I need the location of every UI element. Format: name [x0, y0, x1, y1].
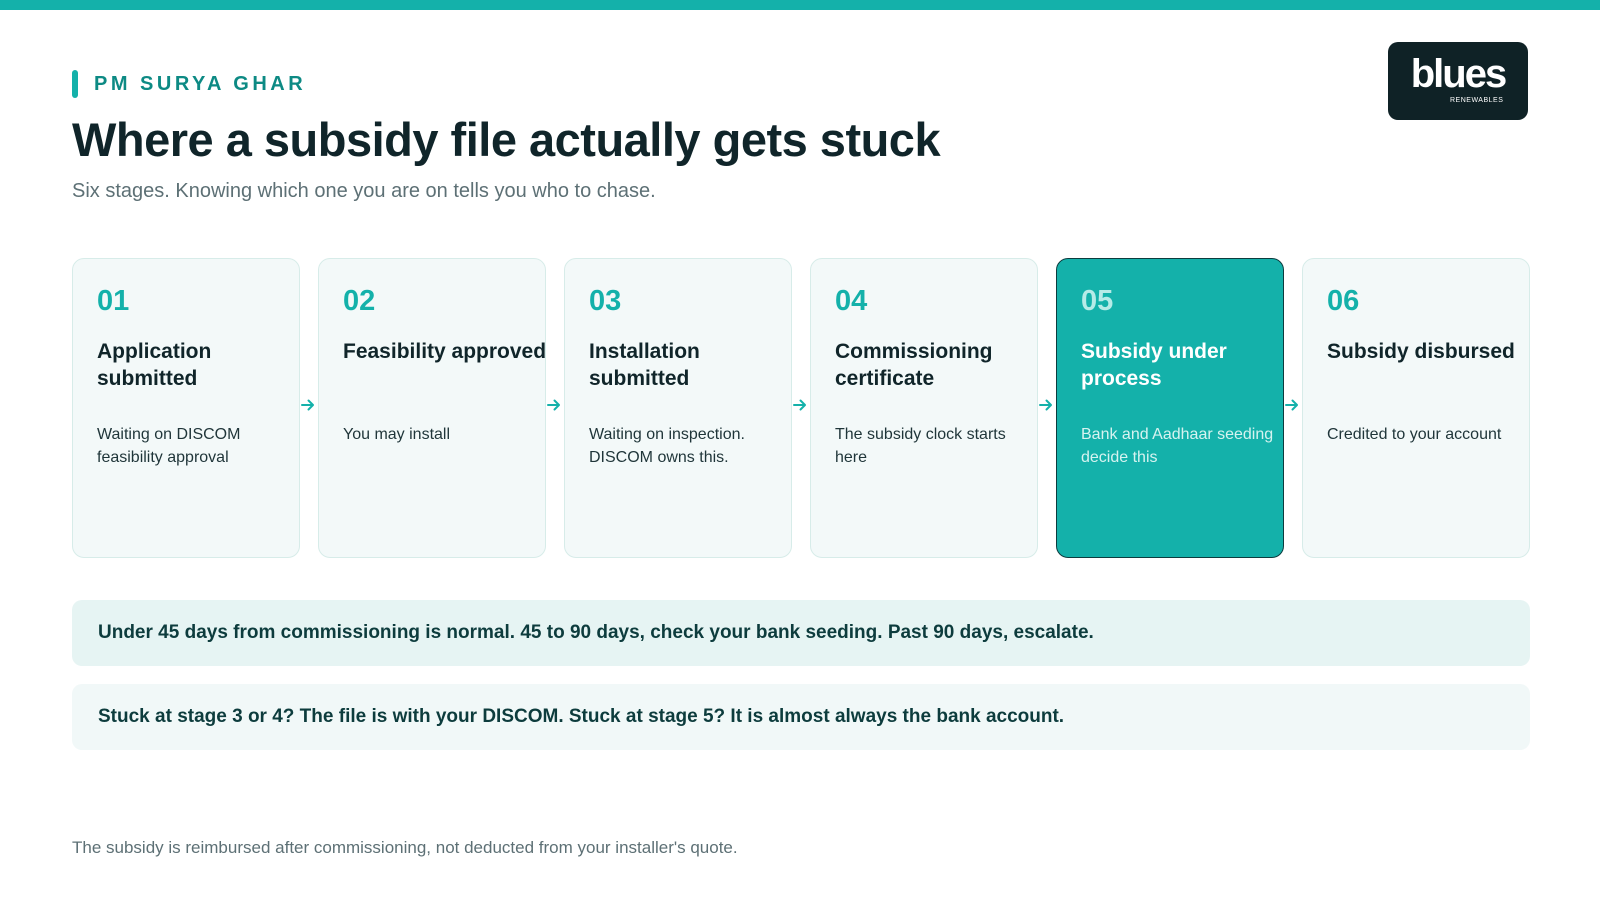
stage-number: 05: [1081, 285, 1114, 317]
stage-desc-line: You may install: [343, 426, 451, 443]
stage-desc-line: Waiting on inspection.: [589, 426, 745, 443]
stage-description: Waiting on inspection. DISCOM owns this.: [589, 423, 745, 469]
stage-title-line: submitted: [589, 367, 690, 390]
stage-description: Waiting on DISCOM feasibility approval: [97, 423, 240, 469]
stage-desc-line: Bank and Aadhaar seeding: [1081, 426, 1274, 443]
stage-title-line: Subsidy disbursed: [1327, 340, 1515, 363]
stage-description: The subsidy clock starts here: [835, 423, 1006, 469]
page-subtitle: Six stages. Knowing which one you are on…: [72, 180, 656, 202]
stage-title: Subsidy disbursed: [1327, 338, 1529, 365]
timeline-callout: Under 45 days from commissioning is norm…: [72, 600, 1530, 666]
stage-title-line: Commissioning: [835, 340, 993, 363]
arrow-right-icon: [301, 399, 314, 411]
page-title: Where a subsidy file actually gets stuck: [72, 113, 941, 166]
stage-title-line: Feasibility approved: [343, 340, 547, 363]
eyebrow-marker: [72, 70, 78, 98]
stage-number: 01: [97, 285, 130, 317]
eyebrow: PM SURYA GHAR: [72, 70, 306, 98]
stage-number: 03: [589, 285, 622, 317]
stage-card-06: 06 Subsidy disbursed Credited to your ac…: [1302, 258, 1530, 558]
stage-card-05-current: 05 Subsidy under process Bank and Aadhaa…: [1056, 258, 1284, 558]
stage-title-line: process: [1081, 367, 1162, 390]
stage-title: Subsidy under process: [1081, 338, 1283, 392]
stage-card-01: 01 Application submitted Waiting on DISC…: [72, 258, 300, 558]
stage-title-line: Subsidy under: [1081, 340, 1227, 363]
stage-title: Application submitted: [97, 338, 299, 392]
stage-desc-line: decide this: [1081, 449, 1158, 466]
stage-title: Feasibility approved: [343, 338, 547, 365]
stage-description: Bank and Aadhaar seeding decide this: [1081, 423, 1273, 469]
callout-text: Stuck at stage 3 or 4? The file is with …: [98, 706, 1065, 727]
callout-text: Under 45 days from commissioning is norm…: [98, 622, 1094, 643]
stage-number: 04: [835, 285, 868, 317]
stage-description: Credited to your account: [1327, 423, 1501, 446]
stage-title: Commissioning certificate: [835, 338, 1037, 392]
stage-desc-line: here: [835, 449, 868, 466]
stage-desc-line: feasibility approval: [97, 449, 229, 466]
stage-title: Installation submitted: [589, 338, 791, 392]
stage-description: You may install: [343, 423, 450, 446]
stage-number: 02: [343, 285, 376, 317]
top-accent-bar: [0, 0, 1600, 10]
stage-title-line: Application: [97, 340, 212, 363]
stage-desc-line: Credited to your account: [1327, 426, 1502, 443]
stage-title-line: Installation: [589, 340, 700, 363]
logo-subtitle: RENEWABLES: [1450, 97, 1504, 104]
logo-wordmark: blues: [1410, 52, 1507, 96]
stage-title-line: certificate: [835, 367, 935, 390]
arrow-right-icon: [547, 399, 560, 411]
stage-card-04: 04 Commissioning certificate The subsidy…: [810, 258, 1038, 558]
stage-desc-line: The subsidy clock starts: [835, 426, 1006, 443]
footnote: The subsidy is reimbursed after commissi…: [72, 838, 738, 857]
stage-number: 06: [1327, 285, 1360, 317]
stage-card-02: 02 Feasibility approved You may install: [318, 258, 546, 558]
stage-card-03: 03 Installation submitted Waiting on ins…: [564, 258, 792, 558]
stage-desc-line: DISCOM owns this.: [589, 449, 729, 466]
stage-timeline: 01 Application submitted Waiting on DISC…: [72, 258, 1530, 558]
stage-desc-line: Waiting on DISCOM: [97, 426, 241, 443]
stuck-stage-callout: Stuck at stage 3 or 4? The file is with …: [72, 684, 1530, 750]
brand-logo: blues RENEWABLES: [1388, 42, 1528, 120]
arrow-right-icon: [1285, 399, 1298, 411]
eyebrow-label: PM SURYA GHAR: [94, 72, 307, 95]
arrow-right-icon: [793, 399, 806, 411]
arrow-right-icon: [1039, 399, 1052, 411]
stage-title-line: submitted: [97, 367, 198, 390]
